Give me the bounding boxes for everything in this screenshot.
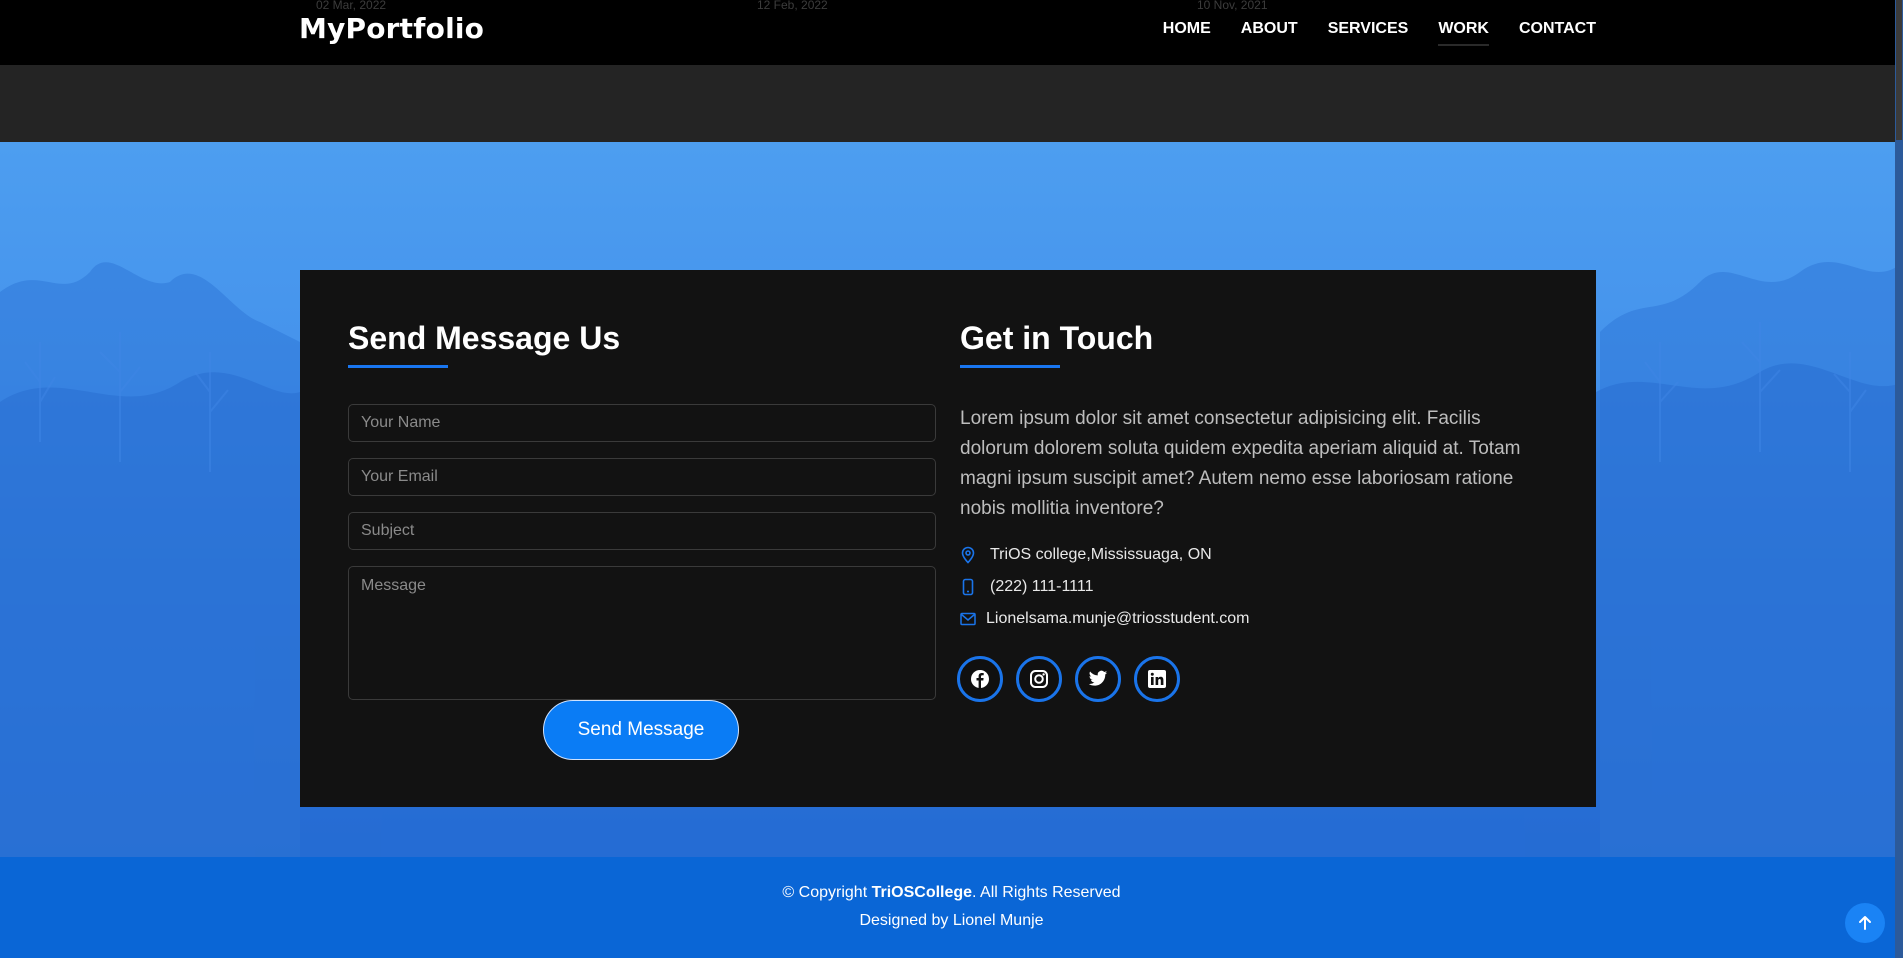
get-in-touch-title: Get in Touch <box>960 320 1154 356</box>
message-textarea[interactable] <box>348 566 936 700</box>
section-divider <box>0 65 1903 142</box>
twitter-icon <box>1088 670 1108 686</box>
back-to-top-button[interactable] <box>1845 903 1885 943</box>
contact-description: Lorem ipsum dolor sit amet consectetur a… <box>960 408 1521 519</box>
email-text[interactable]: Lionelsama.munje@triosstudent.com <box>986 610 1249 628</box>
title-underline <box>348 365 448 368</box>
copyright-suffix: . All Rights Reserved <box>972 884 1121 901</box>
email-row: Lionelsama.munje@triosstudent.com <box>960 610 1249 628</box>
address-text: TriOS college,Mississuaga, ON <box>990 546 1212 563</box>
instagram-icon <box>1030 670 1048 688</box>
email-input[interactable] <box>348 458 936 496</box>
arrow-up-icon <box>1859 916 1871 930</box>
envelope-icon <box>960 612 976 626</box>
copyright-line: © Copyright TriOSCollege. All Rights Res… <box>0 884 1903 902</box>
nav-link-home[interactable]: HOME <box>1163 20 1211 46</box>
subject-input[interactable] <box>348 512 936 550</box>
facebook-button[interactable] <box>957 656 1003 702</box>
phone-icon <box>962 578 974 596</box>
ghost-date: 02 Mar, 2022 <box>316 0 387 12</box>
facebook-icon <box>971 670 989 688</box>
nav-link-services[interactable]: SERVICES <box>1328 20 1409 46</box>
phone-row: (222) 111-1111 <box>960 578 1093 596</box>
nav-link-work[interactable]: WORK <box>1438 20 1489 46</box>
linkedin-button[interactable] <box>1134 656 1180 702</box>
send-message-button[interactable]: Send Message <box>543 700 739 760</box>
ghost-date: 12 Feb, 2022 <box>757 0 828 12</box>
address-row: TriOS college,Mississuaga, ON <box>960 546 1212 564</box>
scrollbar-thumb[interactable] <box>1896 0 1902 140</box>
name-input[interactable] <box>348 404 936 442</box>
copyright-prefix: © Copyright <box>782 884 872 901</box>
phone-text: (222) 111-1111 <box>990 578 1094 595</box>
scrollbar[interactable] <box>1895 0 1903 958</box>
nav-links: HOME ABOUT SERVICES WORK CONTACT <box>1163 20 1596 46</box>
brand-logo[interactable]: MyPortfolio <box>299 12 484 45</box>
footer: © Copyright TriOSCollege. All Rights Res… <box>0 857 1903 958</box>
twitter-button[interactable] <box>1075 656 1121 702</box>
nav-link-contact[interactable]: CONTACT <box>1519 20 1596 46</box>
linkedin-icon <box>1148 670 1166 688</box>
send-message-title: Send Message Us <box>348 320 621 356</box>
instagram-button[interactable] <box>1016 656 1062 702</box>
nav-link-about[interactable]: ABOUT <box>1241 20 1298 46</box>
contact-card: Send Message Us Send Message Get in Touc… <box>300 270 1596 807</box>
location-pin-icon <box>961 546 975 564</box>
navbar: 02 Mar, 2022 12 Feb, 2022 10 Nov, 2021 M… <box>0 0 1903 65</box>
ghost-date: 10 Nov, 2021 <box>1197 0 1268 12</box>
title-underline <box>960 365 1060 368</box>
copyright-company: TriOSCollege <box>871 884 973 901</box>
designed-by: Designed by Lionel Munje <box>859 912 1044 929</box>
